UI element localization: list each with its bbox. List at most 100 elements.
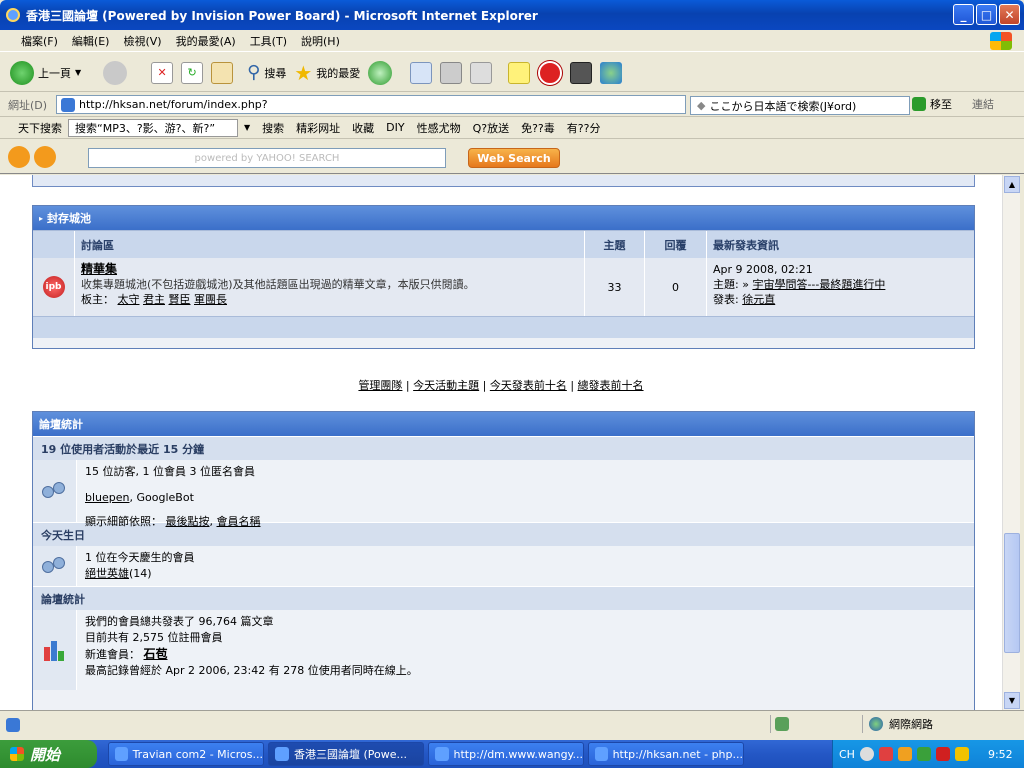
links-button[interactable]: 連結 xyxy=(972,96,994,112)
total-members: 目前共有 2,575 位註冊會員 xyxy=(85,631,223,644)
page-icon xyxy=(61,97,75,112)
back-button[interactable]: 上一頁 ▼ xyxy=(10,60,81,85)
forum-name-link[interactable]: 精華集 xyxy=(81,262,578,277)
forward-button[interactable] xyxy=(103,60,128,85)
system-tray: CH 9:52 xyxy=(832,740,1024,768)
address-input[interactable]: http://hksan.net/forum/index.php? xyxy=(56,95,686,114)
moderator-link[interactable]: 賢臣 xyxy=(169,293,191,306)
staff-link[interactable]: 管理團隊 xyxy=(358,379,402,392)
print-icon[interactable] xyxy=(440,61,463,84)
today-top10-link[interactable]: 今天發表前十名 xyxy=(490,379,567,392)
menu-favorites[interactable]: 我的最愛(A) xyxy=(169,33,243,49)
japanese-search-field[interactable]: ◆ ここから日本語で検索(J¥ord) xyxy=(690,96,910,115)
mail-icon[interactable] xyxy=(410,61,433,84)
newest-member-link[interactable]: 石苞 xyxy=(144,647,168,661)
star-icon: ★ xyxy=(294,60,313,85)
go-button[interactable]: 移至 xyxy=(912,96,952,112)
menu-bar: 檔案(F) 編輯(E) 檢視(V) 我的最愛(A) 工具(T) 說明(H) xyxy=(0,30,1024,52)
yahoo-up-icon[interactable] xyxy=(34,145,56,168)
tray-app-icon[interactable] xyxy=(916,747,931,761)
link-antivirus[interactable]: 免??毒 xyxy=(515,120,561,136)
language-indicator[interactable]: CH xyxy=(839,748,855,761)
taskbar-item[interactable]: http://hksan.net - php... xyxy=(588,742,744,766)
menu-file[interactable]: 檔案(F) xyxy=(14,33,65,49)
download-icon[interactable] xyxy=(570,61,593,84)
archived-forums-block: ▸ 封存城池 討論區 主題 回覆 最新發表資訊 ipb 精華集 收集專題城池(不… xyxy=(32,205,975,349)
scroll-thumb[interactable] xyxy=(1004,533,1020,653)
scroll-up-arrow[interactable]: ▲ xyxy=(1004,176,1020,193)
go-label: 移至 xyxy=(930,98,952,111)
stats-title: 論壇統計 xyxy=(39,418,83,431)
moderator-link[interactable]: 君主 xyxy=(143,293,165,306)
link-sexy[interactable]: 性感尤物 xyxy=(411,120,467,136)
favorites-button[interactable]: ★ 我的最愛 xyxy=(294,61,360,85)
link-points[interactable]: 有??分 xyxy=(561,120,607,136)
edit-icon[interactable] xyxy=(470,61,493,84)
web-search-button[interactable]: Web Search xyxy=(468,148,560,168)
link-sites[interactable]: 精彩网址 xyxy=(290,120,346,136)
task-label: 香港三國論壇 (Powe... xyxy=(294,748,408,761)
yahoo-search-input[interactable]: powered by YAHOO! SEARCH xyxy=(88,148,446,168)
messenger-icon[interactable] xyxy=(600,61,623,84)
search-button[interactable]: ⚲ 搜尋 xyxy=(247,62,286,83)
menu-view[interactable]: 檢視(V) xyxy=(116,33,168,49)
task-label: Travian com2 - Micros... xyxy=(132,747,263,761)
tray-app-icon[interactable] xyxy=(897,747,912,761)
sort-last-click-link[interactable]: 最後點按 xyxy=(166,515,210,528)
link-qbroadcast[interactable]: Q?放送 xyxy=(467,120,516,136)
stop-icon[interactable]: ✕ xyxy=(151,61,174,84)
vertical-scrollbar[interactable]: ▲ ▼ xyxy=(1002,175,1020,710)
sort-member-name-link[interactable]: 會員名稱 xyxy=(217,515,261,528)
link-search-mp3[interactable]: 搜索“MP3、?影、游?、新?” xyxy=(68,118,238,137)
window-title: 香港三國論壇 (Powered by Invision Power Board)… xyxy=(26,8,538,23)
link-diy[interactable]: DIY xyxy=(380,121,410,134)
tray-app-icon[interactable] xyxy=(878,747,893,761)
dropdown-arrow-icon[interactable]: ▼ xyxy=(238,123,256,132)
home-icon[interactable] xyxy=(211,61,234,84)
yahoo-m-icon[interactable] xyxy=(8,145,30,168)
most-online-record: 最高記錄曾經於 Apr 2 2006, 23:42 有 278 位使用者同時在線… xyxy=(85,664,418,677)
last-post-date: Apr 9 2008, 02:21 xyxy=(713,263,813,276)
active-topics-link[interactable]: 今天活動主題 xyxy=(413,379,479,392)
moderator-link[interactable]: 太守 xyxy=(118,293,140,306)
link-collect[interactable]: 收藏 xyxy=(346,120,380,136)
taskbar-item[interactable]: http://dm.www.wangy... xyxy=(428,742,584,766)
minimize-button[interactable]: _ xyxy=(953,4,974,25)
ie-task-icon xyxy=(275,747,289,761)
tray-app-icon[interactable] xyxy=(935,747,950,761)
overall-top10-link[interactable]: 總發表前十名 xyxy=(578,379,644,392)
tray-back-icon[interactable] xyxy=(859,747,874,761)
address-label: 網址(D) xyxy=(8,98,48,112)
menu-help[interactable]: 說明(H) xyxy=(294,33,347,49)
taskbar-item[interactable]: Travian com2 - Micros... xyxy=(108,742,264,766)
refresh-icon[interactable]: ↻ xyxy=(181,61,204,84)
last-poster-link[interactable]: 徐元直 xyxy=(742,293,775,306)
taskbar-item-active[interactable]: 香港三國論壇 (Powe... xyxy=(268,742,424,766)
start-button[interactable]: 開始 xyxy=(0,740,97,768)
forum-row: ipb 精華集 收集專題城池(不包括遊戲城池)及其他話題區出現過的精華文章，本版… xyxy=(33,258,974,316)
col-forum: 討論區 xyxy=(75,231,585,258)
birthday-user-link[interactable]: 絕世英雄 xyxy=(85,567,129,580)
last-topic-link[interactable]: 宇宙學問答---最終題進行中 xyxy=(752,278,885,291)
history-icon[interactable] xyxy=(368,60,393,85)
scroll-down-arrow[interactable]: ▼ xyxy=(1004,692,1020,709)
menu-edit[interactable]: 編輯(E) xyxy=(65,33,117,49)
link-search[interactable]: 搜索 xyxy=(256,120,290,136)
menu-tools[interactable]: 工具(T) xyxy=(243,33,294,49)
magnifier-icon: ⚲ xyxy=(247,62,261,83)
shield-icon[interactable] xyxy=(954,747,969,761)
maximize-button[interactable]: □ xyxy=(976,4,997,25)
close-button[interactable]: ✕ xyxy=(999,4,1020,25)
note-icon[interactable] xyxy=(508,61,531,84)
moderators-label: 板主： xyxy=(81,293,114,306)
links-toolbar: 天下搜索 搜索“MP3、?影、游?、新?” ▼ 搜索 精彩网址 收藏 DIY 性… xyxy=(0,117,1024,139)
online-user-link[interactable]: bluepen xyxy=(85,491,130,504)
magnet-icon[interactable] xyxy=(538,60,563,85)
quick-links: 管理團隊 | 今天活動主題 | 今天發表前十名 | 總發表前十名 xyxy=(358,379,644,392)
search-label: 搜尋 xyxy=(264,66,287,80)
link-tianxia[interactable]: 天下搜索 xyxy=(12,120,68,136)
newest-member-label: 新進會員： xyxy=(85,648,140,661)
task-label: http://dm.www.wangy... xyxy=(453,747,584,761)
moderator-link[interactable]: 軍團長 xyxy=(194,293,227,306)
archived-footer xyxy=(33,316,974,338)
